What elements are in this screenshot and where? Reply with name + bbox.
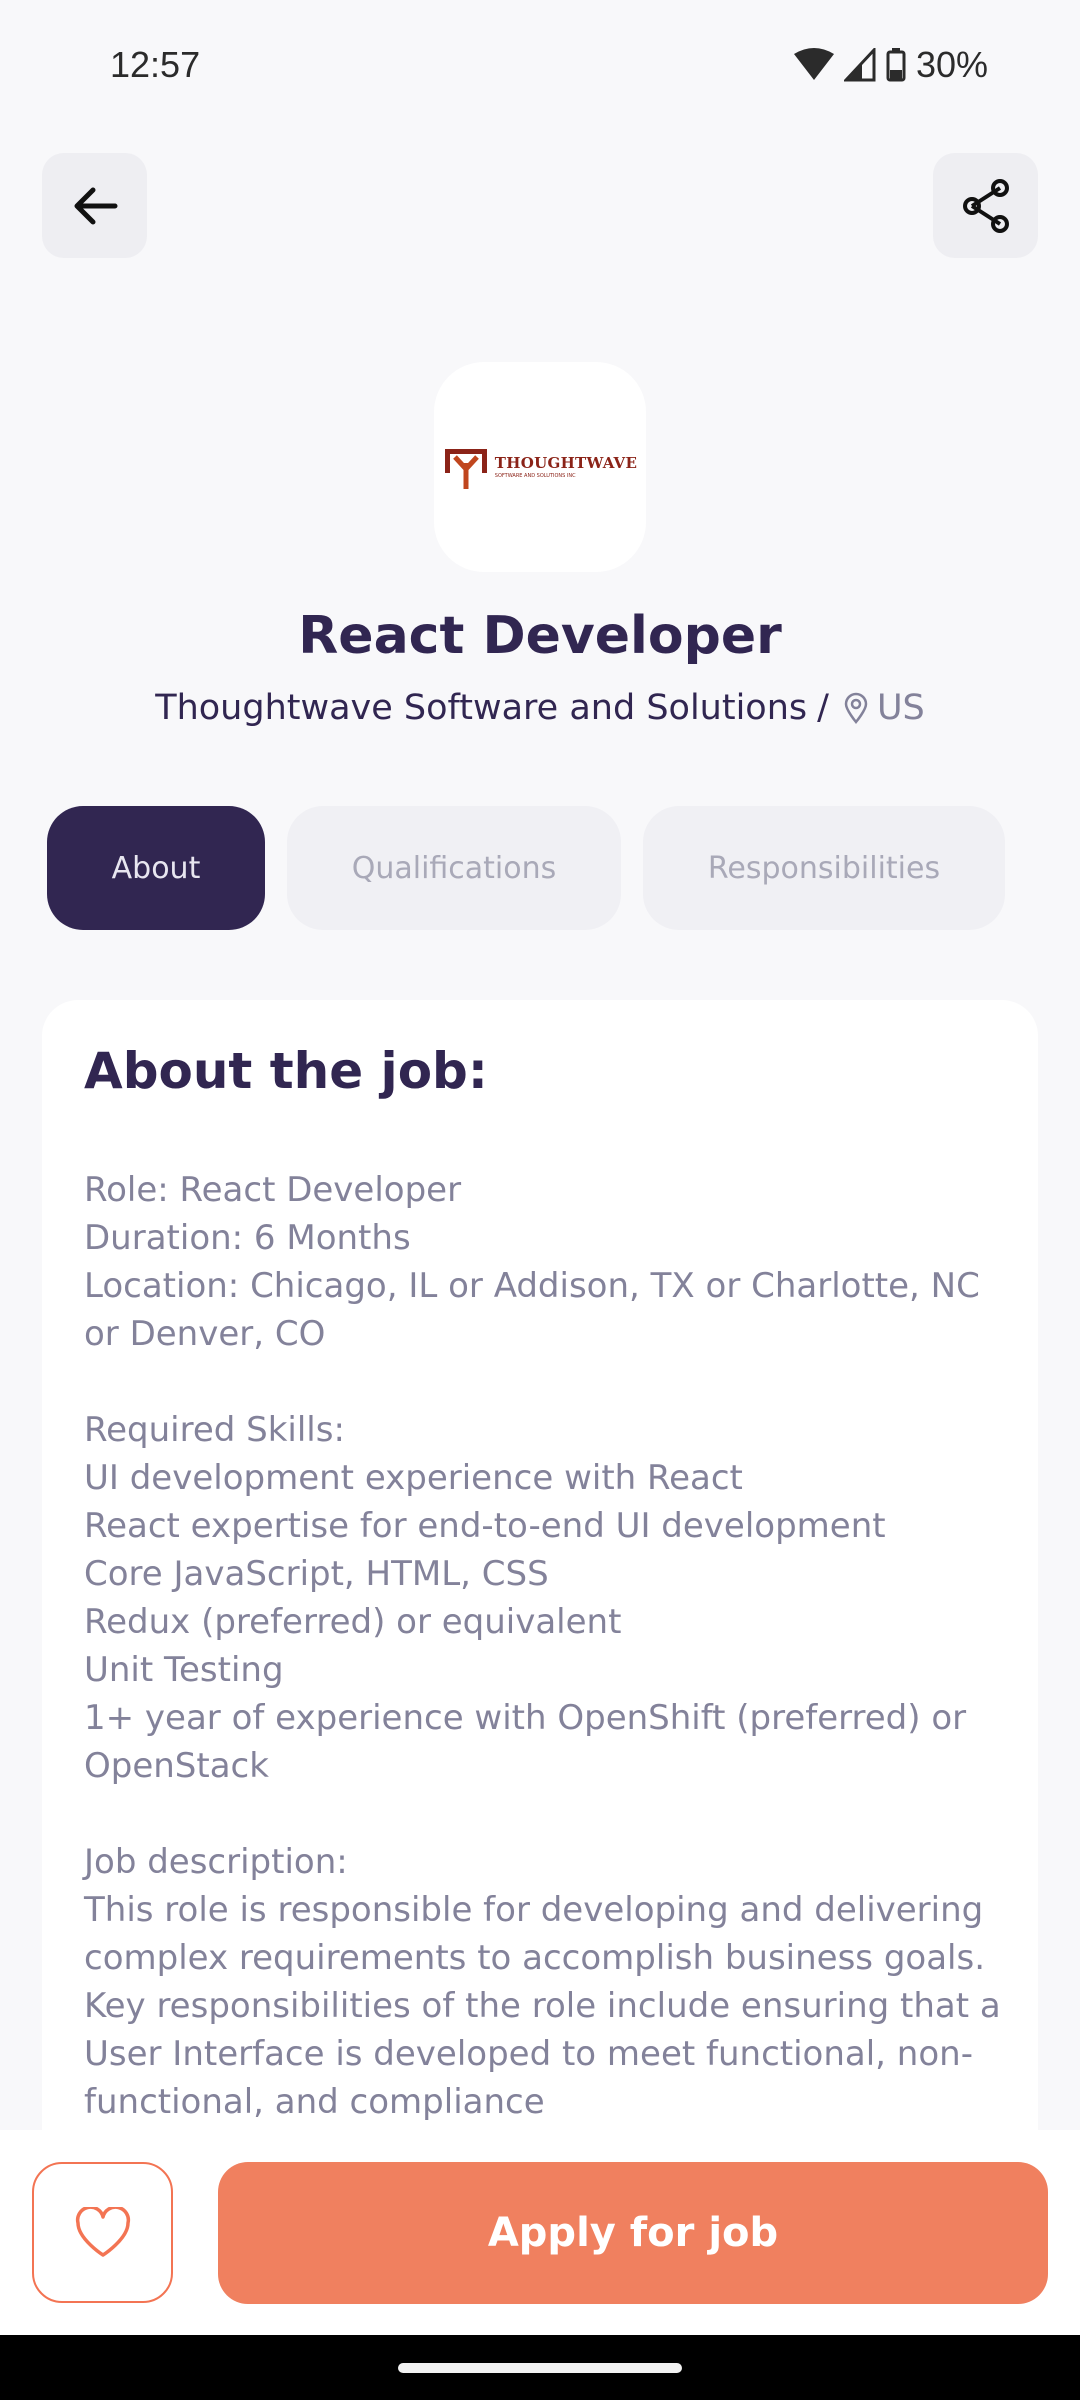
status-icons: 30% <box>793 44 988 86</box>
job-location: US <box>843 688 925 728</box>
share-button[interactable] <box>933 153 1038 258</box>
footer: Apply for job <box>0 2130 1080 2335</box>
location-pin-icon <box>844 692 868 724</box>
like-button[interactable] <box>32 2162 173 2303</box>
about-body: Role: React Developer Duration: 6 Months… <box>84 1170 1001 2122</box>
back-button[interactable] <box>42 153 147 258</box>
status-bar: 12:57 30% <box>0 0 1080 130</box>
about-heading: About the job: <box>84 1042 488 1100</box>
wifi-icon <box>793 48 834 80</box>
heart-icon <box>75 2206 130 2257</box>
location-text: US <box>876 688 925 728</box>
logo-mark: THOUGHTWAVE SOFTWARE AND SOLUTIONS INC <box>443 445 637 489</box>
battery-icon <box>886 48 906 82</box>
thoughtwave-logo-icon <box>444 449 487 489</box>
home-indicator[interactable] <box>398 2363 682 2373</box>
job-subtitle: Thoughtwave Software and Solutions / US <box>0 688 1080 728</box>
separator: / <box>817 688 829 728</box>
arrow-left-icon <box>74 187 117 224</box>
company-logo: THOUGHTWAVE SOFTWARE AND SOLUTIONS INC <box>434 362 646 572</box>
job-title: React Developer <box>298 606 782 666</box>
about-card[interactable]: About the job: Role: React Developer Dur… <box>42 1000 1038 2200</box>
share-icon <box>962 178 1009 233</box>
cell-signal-icon <box>843 48 876 82</box>
apply-button[interactable]: Apply for job <box>218 2162 1048 2304</box>
logo-word: THOUGHTWAVE <box>494 453 638 472</box>
battery-level: 30% <box>915 44 988 85</box>
tab-responsibilities[interactable]: Responsibilities <box>643 806 1005 930</box>
tab-about[interactable]: About <box>47 806 265 930</box>
system-nav-bar <box>0 2335 1080 2400</box>
logo-subtitle: SOFTWARE AND SOLUTIONS INC <box>494 472 576 479</box>
tab-qualifications[interactable]: Qualifications <box>287 806 621 930</box>
tab-bar: About Qualifications Responsibilities <box>47 806 1005 930</box>
company-name: Thoughtwave Software and Solutions <box>155 688 808 728</box>
status-time: 12:57 <box>110 44 201 85</box>
